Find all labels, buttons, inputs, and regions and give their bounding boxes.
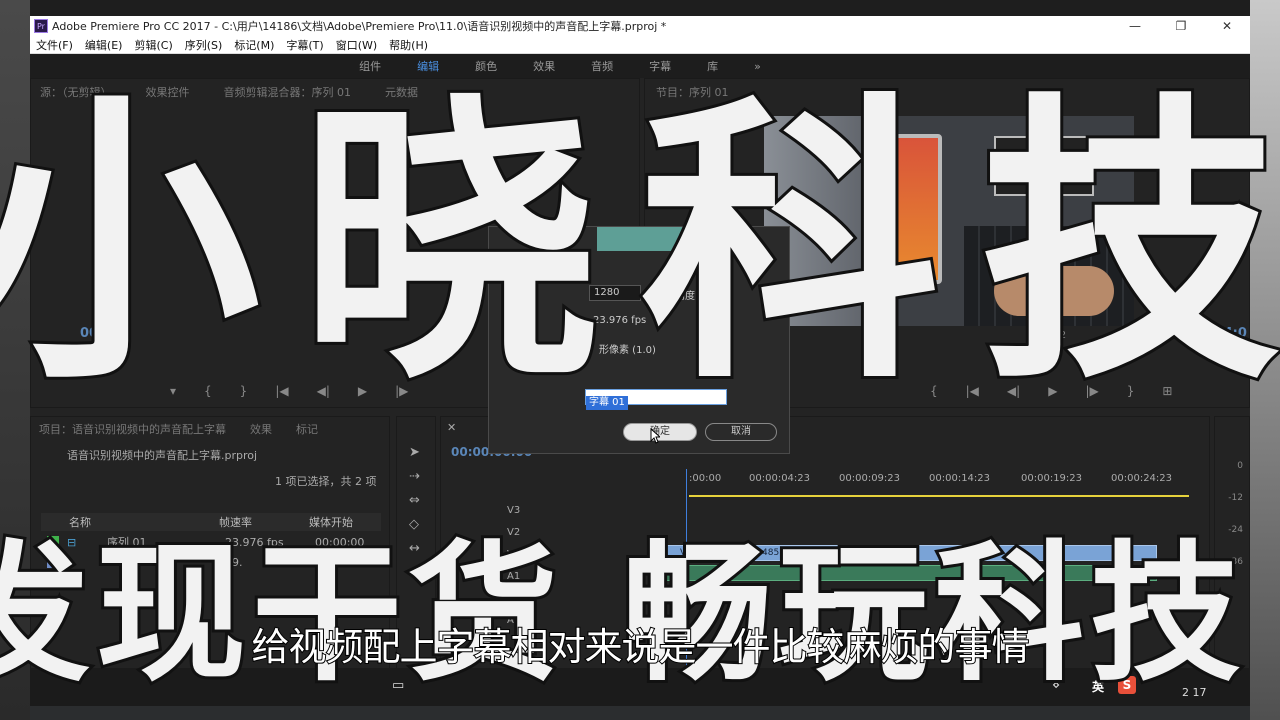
menu-window[interactable]: 窗口(W) <box>336 37 377 53</box>
selection-tool-icon[interactable]: ➤ <box>409 445 420 460</box>
work-area-bar[interactable] <box>689 495 1189 497</box>
project-file-name: 语音识别视频中的声音配上字幕.prproj <box>67 449 258 462</box>
selection-count: 1 项已选择，共 2 项 <box>275 475 377 488</box>
ok-button[interactable]: 确定 <box>623 423 697 441</box>
track-select-tool-icon[interactable]: ⇢ <box>409 469 420 484</box>
project-tabs: 项目：语音识别视频中的声音配上字幕 效果 标记 <box>39 419 318 439</box>
tab-effects[interactable]: 效果 <box>250 421 272 437</box>
menu-title[interactable]: 字幕(T) <box>286 37 323 53</box>
menu-sequence[interactable]: 序列(S) <box>185 37 223 53</box>
ruler-label: 00:00:14:23 <box>929 473 991 484</box>
ruler-label: 00:00:09:23 <box>839 473 901 484</box>
window-title: Adobe Premiere Pro CC 2017 - C:\用户\14186… <box>52 20 667 33</box>
tab-project[interactable]: 项目：语音识别视频中的声音配上字幕 <box>39 421 226 437</box>
title-bar: Pr Adobe Premiere Pro CC 2017 - C:\用户\14… <box>30 16 1250 36</box>
backdrop-top <box>0 0 1280 16</box>
menu-file[interactable]: 文件(F) <box>36 37 73 53</box>
ripple-edit-tool-icon[interactable]: ⇔ <box>409 493 420 508</box>
menu-clip[interactable]: 剪辑(C) <box>134 37 172 53</box>
track-v3[interactable]: V3 <box>507 505 520 516</box>
mouse-cursor-icon <box>650 428 660 444</box>
menu-marker[interactable]: 标记(M) <box>234 37 274 53</box>
meter-label: 0 <box>1237 461 1243 471</box>
meter-label: -12 <box>1228 493 1243 503</box>
screenshot-stage: Pr Adobe Premiere Pro CC 2017 - C:\用户\14… <box>0 0 1280 720</box>
menu-edit[interactable]: 编辑(E) <box>85 37 123 53</box>
video-subtitle: 给视频配上字幕相对来说是一件比较麻烦的事情 <box>250 624 1030 670</box>
timeline-close-icon[interactable]: ✕ <box>447 421 456 434</box>
tab-markers[interactable]: 标记 <box>296 421 318 437</box>
menu-help[interactable]: 帮助(H) <box>389 37 428 53</box>
watermark-top: 小晓科技 <box>0 70 1280 419</box>
maximize-button[interactable]: ❐ <box>1158 19 1204 33</box>
ruler-label: 00:00:04:23 <box>749 473 811 484</box>
watermark-bottom: 发现干货 畅玩科技 <box>0 525 1247 705</box>
close-button[interactable]: ✕ <box>1204 19 1250 33</box>
premiere-logo-icon: Pr <box>34 19 48 33</box>
ruler-label: 00:00:19:23 <box>1021 473 1083 484</box>
cancel-button[interactable]: 取消 <box>705 423 777 441</box>
menu-bar: 文件(F) 编辑(E) 剪辑(C) 序列(S) 标记(M) 字幕(T) 窗口(W… <box>30 36 1250 54</box>
minimize-button[interactable]: — <box>1112 19 1158 33</box>
ruler-label: :00:00 <box>689 473 722 484</box>
ruler-label: 00:00:24:23 <box>1111 473 1173 484</box>
